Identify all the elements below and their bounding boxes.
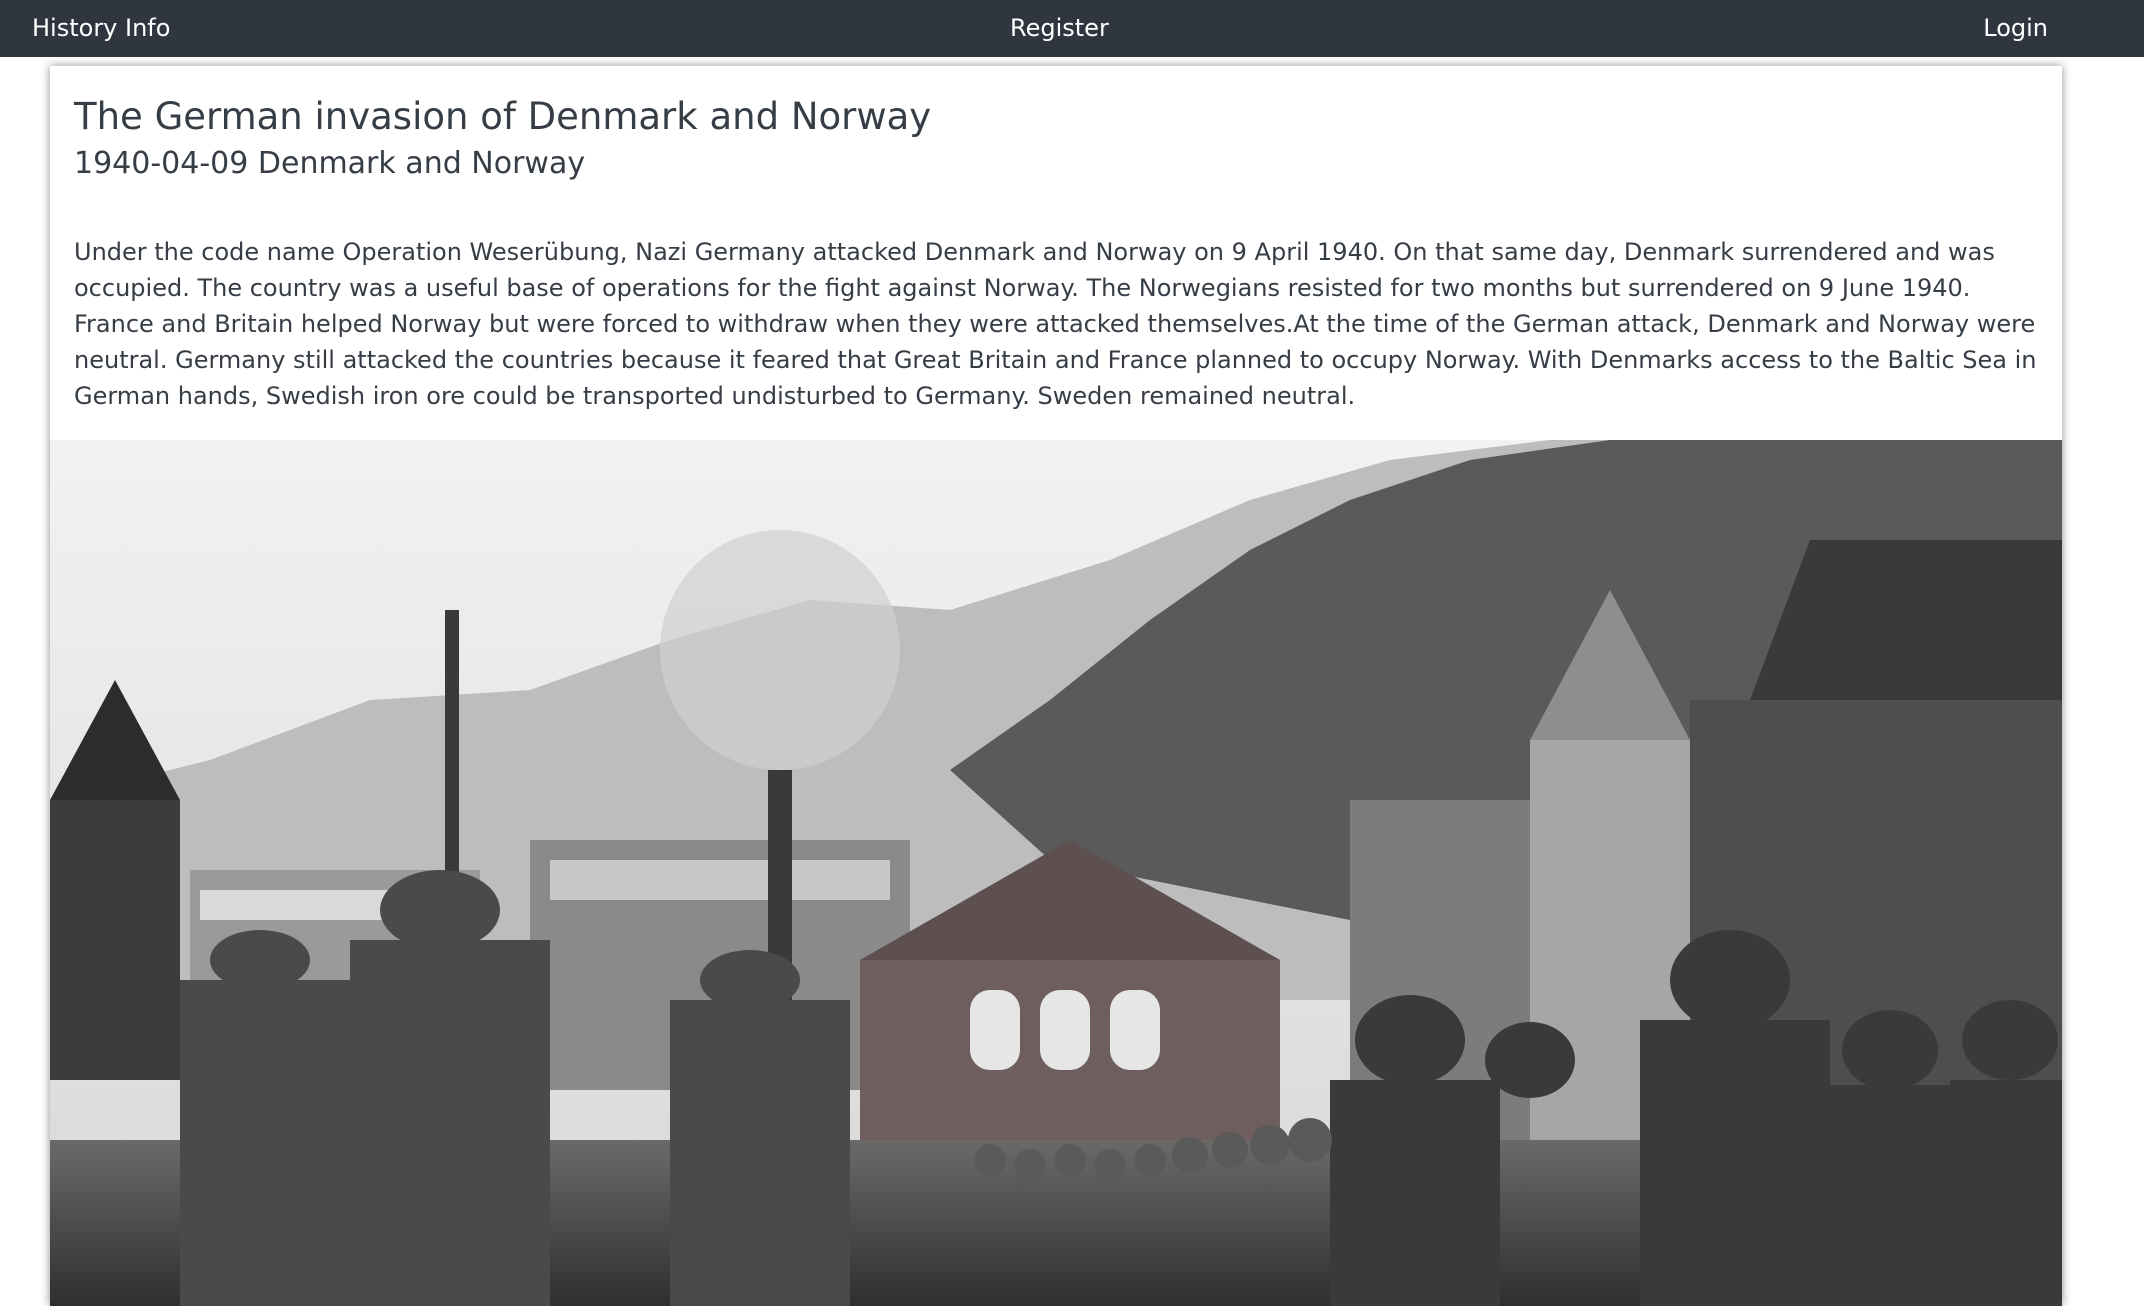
article-card: The German invasion of Denmark and Norwa…	[50, 66, 2062, 1306]
login-link[interactable]: Login	[1983, 0, 2048, 57]
article-body: The German invasion of Denmark and Norwa…	[50, 66, 2062, 414]
top-navbar: History Info Register Login	[0, 0, 2144, 57]
article-text: Under the code name Operation Weserübung…	[74, 238, 2037, 410]
article-title: The German invasion of Denmark and Norwa…	[74, 95, 932, 138]
brand-link[interactable]: History Info	[32, 0, 170, 57]
article-photo	[50, 440, 2062, 1306]
register-link[interactable]: Register	[1010, 0, 1109, 57]
article-subtitle: 1940-04-09 Denmark and Norway	[74, 146, 586, 181]
